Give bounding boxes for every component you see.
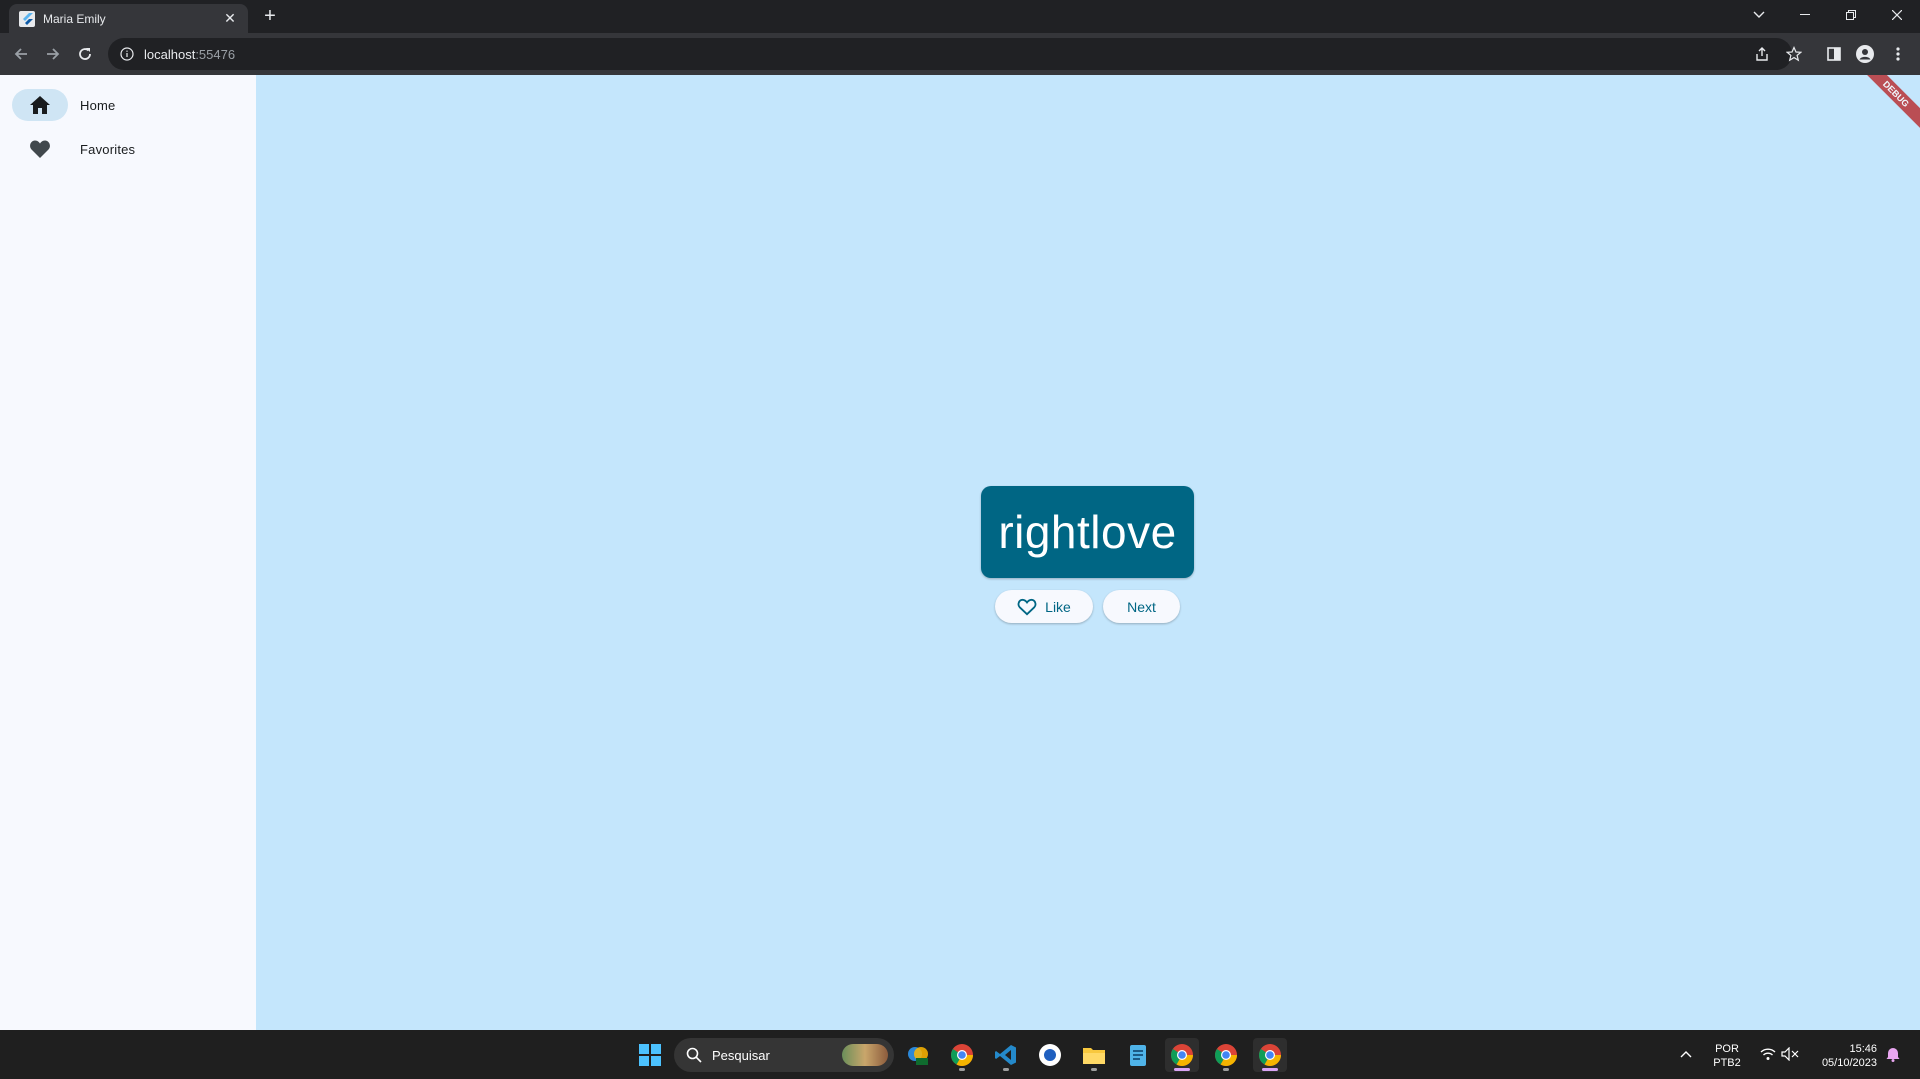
like-label: Like — [1045, 598, 1071, 615]
flutter-favicon-icon — [19, 10, 35, 27]
search-placeholder: Pesquisar — [712, 1047, 770, 1063]
browser-toolbar: localhost:55476 — [0, 33, 1920, 75]
windows-start-icon[interactable] — [633, 1038, 667, 1072]
minimize-button[interactable] — [1782, 0, 1828, 30]
profile-avatar-icon[interactable] — [1853, 42, 1877, 66]
heart-icon — [30, 140, 50, 158]
chrome-icon[interactable] — [1165, 1038, 1199, 1072]
share-icon[interactable] — [1754, 46, 1770, 62]
nav-indicator — [12, 133, 68, 165]
running-indicator — [959, 1068, 965, 1071]
new-tab-button[interactable]: + — [258, 5, 282, 29]
heart-outline-icon — [1017, 598, 1037, 615]
notepad-icon[interactable] — [1121, 1038, 1155, 1072]
nav-item-favorites[interactable]: Favorites — [12, 131, 244, 167]
running-indicator — [1262, 1068, 1278, 1071]
clock-time: 15:46 — [1849, 1043, 1877, 1055]
chrome-profile-icon[interactable] — [945, 1038, 979, 1072]
photos-app-icon[interactable] — [901, 1038, 935, 1072]
word-pair-text: rightlove — [998, 506, 1177, 558]
close-window-button[interactable] — [1874, 0, 1920, 30]
browser-tab-strip: Maria Emily ✕ + — [0, 0, 1920, 33]
running-indicator — [1003, 1068, 1009, 1071]
navigation-rail: Home Favorites — [0, 75, 256, 1030]
file-explorer-icon[interactable] — [1077, 1038, 1111, 1072]
nav-label-favorites: Favorites — [80, 141, 136, 157]
close-tab-icon[interactable]: ✕ — [222, 10, 238, 27]
debug-banner: DEBUG — [1855, 75, 1920, 135]
chevron-up-icon[interactable] — [1673, 1041, 1699, 1067]
forward-arrow-icon[interactable] — [41, 42, 65, 66]
next-button[interactable]: Next — [1103, 590, 1180, 623]
running-indicator — [1174, 1068, 1190, 1071]
language-code: POR — [1715, 1043, 1739, 1055]
volume-muted-icon[interactable] — [1777, 1041, 1803, 1067]
like-button[interactable]: Like — [995, 590, 1093, 623]
language-indicator[interactable]: POR PTB2 — [1706, 1042, 1748, 1070]
chrome-window-icon[interactable] — [1253, 1038, 1287, 1072]
search-highlight-icon — [842, 1044, 888, 1066]
windows-taskbar: Pesquisar POR PTB2 15:46 05/10/2023 — [0, 1030, 1920, 1079]
reload-icon[interactable] — [73, 42, 97, 66]
clock-date: 05/10/2023 — [1821, 1057, 1877, 1069]
site-info-icon[interactable] — [120, 47, 134, 61]
side-panel-icon[interactable] — [1822, 42, 1846, 66]
bookmark-star-icon[interactable] — [1786, 46, 1802, 62]
app-page: Home Favorites rightlove Like Next DEBUG — [0, 75, 1920, 1030]
address-bar[interactable]: localhost:55476 — [108, 38, 1802, 70]
url-port: :55476 — [195, 46, 236, 62]
keyboard-layout: PTB2 — [1713, 1057, 1741, 1069]
nav-item-home[interactable]: Home — [12, 87, 244, 123]
clock[interactable]: 15:46 05/10/2023 — [1807, 1042, 1877, 1070]
chrome-dev-icon[interactable] — [1209, 1038, 1243, 1072]
running-indicator — [1091, 1068, 1097, 1071]
search-icon — [686, 1047, 702, 1063]
restore-button[interactable] — [1828, 0, 1874, 30]
home-icon — [30, 96, 50, 114]
word-pair-card: rightlove — [981, 486, 1194, 578]
browser-tab[interactable]: Maria Emily ✕ — [9, 4, 248, 33]
running-indicator — [1223, 1068, 1229, 1071]
url-host: localhost — [144, 46, 196, 62]
nav-label-home: Home — [80, 97, 116, 113]
back-arrow-icon[interactable] — [9, 42, 33, 66]
notification-bell-icon[interactable] — [1880, 1041, 1906, 1067]
tab-search-icon[interactable] — [1736, 0, 1782, 30]
taskbar-search[interactable]: Pesquisar — [674, 1038, 894, 1072]
nav-indicator — [12, 89, 68, 121]
app-icon[interactable] — [1033, 1038, 1067, 1072]
next-label: Next — [1127, 598, 1156, 615]
browser-menu-icon[interactable] — [1886, 42, 1910, 66]
tab-title: Maria Emily — [43, 11, 106, 26]
vscode-icon[interactable] — [989, 1038, 1023, 1072]
